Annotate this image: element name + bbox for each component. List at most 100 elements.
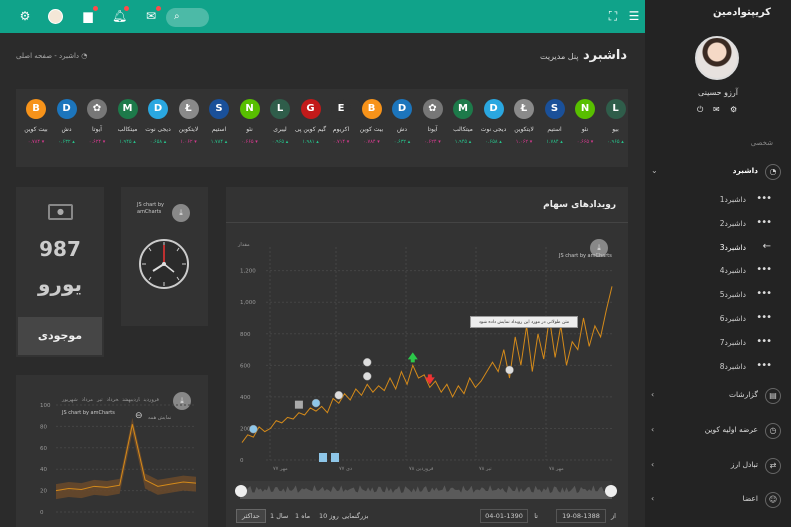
coin-name: استیم bbox=[547, 126, 562, 133]
zoom-max-button[interactable]: حداکثر bbox=[236, 509, 266, 523]
coin-name: بیت کوین bbox=[24, 126, 48, 133]
coin-item[interactable]: Ł لایتکوین ۱.۰۶۲ ▾ bbox=[507, 99, 541, 161]
coin-item[interactable]: G گیم کوین پی ۱.۹۸۱ ▴ bbox=[294, 99, 328, 161]
balance-button[interactable]: موجودی bbox=[18, 317, 102, 355]
reports-icon: ▤ bbox=[765, 388, 781, 404]
mail-icon[interactable]: ✉ bbox=[713, 105, 720, 114]
event-marker bbox=[294, 400, 303, 409]
event-marker bbox=[311, 398, 321, 408]
event-marker bbox=[505, 365, 514, 375]
coin-change: ۰.۶۶۵ ▾ bbox=[241, 139, 258, 145]
date-from-input[interactable]: 19-08-1388 bbox=[556, 509, 606, 523]
coin-item[interactable]: L لیبری ۰.۹۶۵ ▴ bbox=[263, 99, 297, 161]
coin-item[interactable]: L بیو ۰.۹۶۵ ▴ bbox=[599, 99, 629, 161]
exchange-icon: ⇄ bbox=[765, 458, 781, 474]
submenu-item[interactable]: داشبرد8 ••• bbox=[645, 360, 791, 378]
fullscreen-icon[interactable]: ⛶ bbox=[606, 9, 620, 23]
coin-logo-icon: B bbox=[26, 99, 46, 119]
download-icon[interactable]: ⤓ bbox=[172, 204, 190, 222]
menu-icon[interactable]: ☰ bbox=[627, 9, 641, 23]
page-title-text: داشبرد bbox=[583, 48, 627, 63]
coin-item[interactable]: ✿ آیوتا ۰.۶۲۴ ▾ bbox=[416, 99, 450, 161]
zoom-1m-button[interactable]: 1 ماه bbox=[295, 512, 310, 520]
submenu-item[interactable]: داشبرد7 ••• bbox=[645, 336, 791, 354]
coin-item[interactable]: D دیجی نوت ۰.۶۵۸ ▴ bbox=[477, 99, 511, 161]
event-marker bbox=[362, 372, 372, 381]
settings-icon[interactable]: ⚙ bbox=[18, 9, 32, 23]
coin-item[interactable]: S استیم ۱.۷۸۴ ▴ bbox=[538, 99, 572, 161]
submenu-item[interactable]: داشبرد4 ••• bbox=[645, 264, 791, 282]
menu-item-members[interactable]: ‹ اعضا ☺ bbox=[645, 492, 791, 510]
zoom-1y-button[interactable]: 1 سال bbox=[270, 512, 288, 520]
coin-name: نئو bbox=[246, 126, 253, 133]
coin-item[interactable]: E اکریوم ۰.۷۱۴ ▾ bbox=[324, 99, 358, 161]
dots-icon: ••• bbox=[756, 336, 772, 347]
submenu-item[interactable]: داشبرد5 ••• bbox=[645, 288, 791, 306]
dots-icon: ••• bbox=[756, 264, 772, 275]
coin-change: ۱.۹۴۵ ▴ bbox=[119, 139, 136, 145]
breadcrumb-current: داشبرد bbox=[59, 52, 80, 60]
chevron-left-icon: ‹ bbox=[651, 494, 655, 503]
submenu-item[interactable]: داشبرد1 ••• bbox=[645, 193, 791, 211]
x-tick-label: فروردین ۷۸ bbox=[409, 466, 434, 472]
profile-avatar[interactable] bbox=[695, 36, 739, 80]
chevron-left-icon: ‹ bbox=[651, 425, 655, 434]
submenu-item[interactable]: داشبرد2 ••• bbox=[645, 217, 791, 235]
submenu-label: داشبرد6 bbox=[719, 314, 746, 323]
coin-ticker: B بیت کوین ۰.۷۸۴ ▾ D دش ۰.۶۳۲ ▴ ✿ آیوتا ۰.۶۲۴ ▾ M… bbox=[16, 89, 628, 167]
flag-marker bbox=[331, 453, 339, 462]
event-marker bbox=[362, 358, 372, 367]
coin-name: گیم کوین پی bbox=[294, 126, 327, 133]
coin-item[interactable]: M میتکالب ۱.۹۴۵ ▴ bbox=[446, 99, 480, 161]
date-to-input[interactable]: 04-01-1390 bbox=[480, 509, 528, 523]
coin-logo-icon: S bbox=[209, 99, 229, 119]
menu-item-exchange[interactable]: ‹ تبادل ارز ⇄ bbox=[645, 458, 791, 476]
coin-item[interactable]: B بیت کوین ۰.۷۸۴ ▾ bbox=[355, 99, 389, 161]
mail-icon[interactable]: ✉ bbox=[144, 6, 161, 23]
coin-item[interactable]: N نئو ۰.۶۶۵ ▾ bbox=[568, 99, 602, 161]
search-input[interactable]: ⌕ bbox=[166, 8, 209, 27]
dots-icon: ••• bbox=[756, 288, 772, 299]
menu-item-label: عرضه اولیه کوین bbox=[704, 425, 758, 434]
coin-change: ۰.۷۱۴ ▾ bbox=[332, 139, 350, 145]
coin-item[interactable]: D دش ۰.۶۳۲ ▴ bbox=[385, 99, 419, 161]
coin-item[interactable]: S استیم ۱.۷۸۴ ▴ bbox=[202, 99, 236, 161]
coin-logo-icon: M bbox=[453, 99, 473, 119]
menu-item-ico[interactable]: ‹ عرضه اولیه کوین ◷ bbox=[645, 423, 791, 441]
coin-change: ۰.۶۵۸ ▴ bbox=[149, 139, 167, 145]
balance-card: ● 987 یورو موجودی bbox=[16, 187, 104, 357]
coin-item[interactable]: M میتکالب ۱.۹۴۵ ▴ bbox=[111, 99, 145, 161]
coin-item[interactable]: D دش ۰.۶۳۲ ▴ bbox=[50, 99, 84, 161]
x-tick-label: تیر ۷۸ bbox=[479, 466, 492, 472]
avatar[interactable] bbox=[48, 9, 63, 24]
submenu-item[interactable]: داشبرد6 ••• bbox=[645, 312, 791, 330]
brand-logo[interactable]: کریپتوادمین bbox=[713, 7, 771, 18]
coin-item[interactable]: Ł لایتکوین ۱.۰۶۲ ▾ bbox=[172, 99, 206, 161]
menu-item-dashboard[interactable]: ⌄ داشبرد ◔ bbox=[645, 164, 791, 182]
menu-item-label: تبادل ارز bbox=[730, 460, 758, 469]
chat-icon[interactable]: ▆ bbox=[81, 6, 98, 23]
submenu-label: داشبرد1 bbox=[719, 195, 746, 204]
coin-item[interactable]: B بیت کوین ۰.۷۸۴ ▾ bbox=[19, 99, 53, 161]
series-line bbox=[241, 286, 613, 443]
submenu-item-active[interactable]: داشبرد3 ← bbox=[645, 241, 791, 259]
coin-item[interactable]: N نئو ۰.۶۶۵ ▾ bbox=[233, 99, 267, 161]
power-icon[interactable]: ⏻ bbox=[697, 105, 703, 115]
breadcrumb-home[interactable]: صفحه اصلی bbox=[16, 52, 52, 60]
coin-logo-icon: ✿ bbox=[87, 99, 107, 119]
coin-change: ۰.۶۳۲ ▴ bbox=[393, 139, 411, 145]
coin-change: ۰.۹۶۵ ▴ bbox=[607, 139, 624, 145]
zoom-10d-button[interactable]: 10 روز bbox=[319, 512, 339, 520]
event-marker bbox=[334, 390, 344, 400]
coin-name: بیو bbox=[612, 126, 619, 133]
y-tick-label: 400 bbox=[240, 395, 251, 401]
coin-item[interactable]: ✿ آیوتا ۰.۶۲۴ ▾ bbox=[80, 99, 114, 161]
settings-icon[interactable]: ⚙ bbox=[730, 105, 737, 114]
coin-item[interactable]: D دیجی نوت ۰.۶۵۸ ▴ bbox=[141, 99, 175, 161]
navigator-handle-right bbox=[605, 485, 617, 497]
bell-icon[interactable]: 🔔︎ bbox=[112, 6, 129, 23]
coin-change: ۰.۶۲۴ ▾ bbox=[88, 139, 106, 145]
menu-item-reports[interactable]: ‹ گزارشات ▤ bbox=[645, 388, 791, 406]
amcharts-credit[interactable]: JS chart by amCharts bbox=[137, 202, 177, 216]
coin-change: ۱.۹۴۵ ▴ bbox=[454, 139, 472, 145]
